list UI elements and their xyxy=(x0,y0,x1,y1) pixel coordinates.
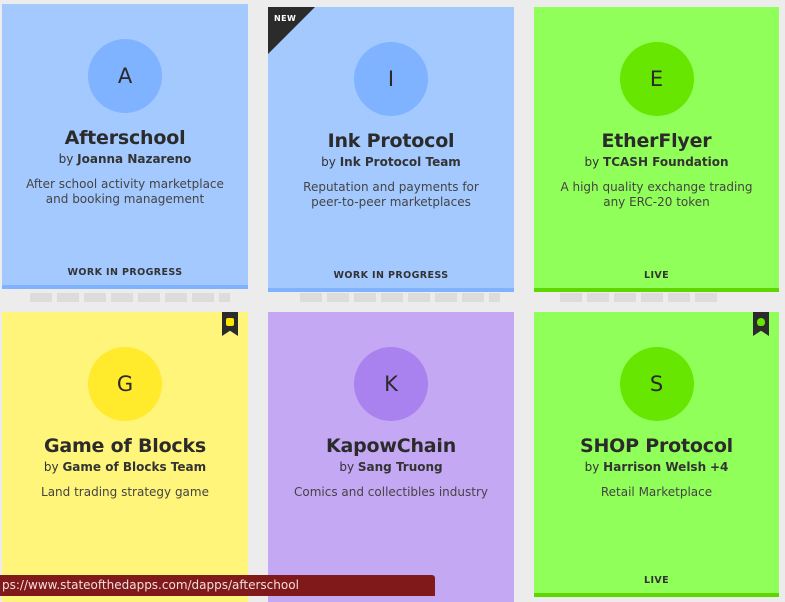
ghost-background-text xyxy=(30,293,230,302)
avatar-initial: G xyxy=(116,372,134,396)
avatar: I xyxy=(354,42,428,116)
avatar: G xyxy=(88,347,162,421)
link-status-bar: ps://www.stateofthedapps.com/dapps/after… xyxy=(0,575,435,596)
dapp-title[interactable]: KapowChain xyxy=(268,435,514,457)
dapp-card-etherflyer[interactable]: E EtherFlyer by TCASH Foundation A high … xyxy=(534,7,779,292)
dapp-card-afterschool[interactable]: A Afterschool by Joanna Nazareno After s… xyxy=(2,4,248,289)
flame-icon xyxy=(753,312,769,336)
card-bottom-bar xyxy=(268,288,514,292)
dapp-card-ink-protocol[interactable]: NEW I Ink Protocol by Ink Protocol Team … xyxy=(268,7,514,292)
by-prefix: by xyxy=(43,460,59,474)
dapp-title[interactable]: SHOP Protocol xyxy=(534,435,779,457)
dapp-byline: by Joanna Nazareno xyxy=(2,152,248,166)
dapp-title[interactable]: Game of Blocks xyxy=(2,435,248,457)
avatar-initial: K xyxy=(384,372,398,396)
dapp-description: Retail Marketplace xyxy=(600,485,713,499)
puzzle-icon xyxy=(222,312,238,336)
by-prefix: by xyxy=(584,155,600,169)
dapp-title[interactable]: Afterschool xyxy=(2,127,248,149)
dapp-card-game-of-blocks[interactable]: G Game of Blocks by Game of Blocks Team … xyxy=(2,312,248,602)
dapp-description: Comics and collectibles industry xyxy=(294,485,488,499)
author-name[interactable]: Game of Blocks Team xyxy=(62,460,206,474)
avatar: S xyxy=(619,347,694,421)
dapp-description: A high quality exchange trading any ERC-… xyxy=(560,180,753,209)
dapp-byline: by TCASH Foundation xyxy=(534,155,779,169)
dapp-card-kapowchain[interactable]: K KapowChain by Sang Truong Comics and c… xyxy=(268,312,514,602)
avatar-initial: I xyxy=(387,67,395,91)
dapp-title[interactable]: EtherFlyer xyxy=(534,130,779,152)
dapp-card-shop-protocol[interactable]: S SHOP Protocol by Harrison Welsh +4 Ret… xyxy=(534,312,779,597)
dapp-byline: by Ink Protocol Team xyxy=(268,155,514,169)
new-badge: NEW xyxy=(274,14,297,23)
avatar: K xyxy=(354,347,428,421)
ghost-background-text xyxy=(300,293,500,302)
card-bottom-bar xyxy=(534,593,779,597)
avatar-initial: S xyxy=(649,372,664,396)
by-prefix: by xyxy=(584,460,600,474)
author-name[interactable]: Joanna Nazareno xyxy=(77,152,191,166)
author-name[interactable]: TCASH Foundation xyxy=(603,155,729,169)
dapp-description: After school activity marketplace and bo… xyxy=(26,177,224,206)
status-label: LIVE xyxy=(643,575,670,586)
avatar: E xyxy=(619,42,694,116)
by-prefix: by xyxy=(321,155,336,169)
dapp-byline: by Sang Truong xyxy=(268,460,514,474)
avatar-initial: E xyxy=(649,67,664,91)
dapp-byline: by Harrison Welsh +4 xyxy=(534,460,779,474)
card-bottom-bar xyxy=(2,285,248,289)
dapp-byline: by Game of Blocks Team xyxy=(2,460,248,474)
avatar: A xyxy=(88,39,162,113)
by-prefix: by xyxy=(58,152,74,166)
dapp-description: Reputation and payments for peer-to-peer… xyxy=(303,180,479,209)
dapp-description: Land trading strategy game xyxy=(41,485,209,499)
author-name[interactable]: Ink Protocol Team xyxy=(340,155,461,169)
by-prefix: by xyxy=(339,460,355,474)
card-bottom-bar xyxy=(534,288,779,292)
author-name[interactable]: Sang Truong xyxy=(358,460,443,474)
status-label: WORK IN PROGRESS xyxy=(333,270,449,281)
ghost-background-text xyxy=(560,293,720,302)
author-name[interactable]: Harrison Welsh xyxy=(603,460,706,474)
dapp-title[interactable]: Ink Protocol xyxy=(268,130,514,152)
status-label: LIVE xyxy=(643,270,670,281)
status-label: WORK IN PROGRESS xyxy=(67,267,183,278)
additional-authors-count[interactable]: +4 xyxy=(710,460,728,474)
avatar-initial: A xyxy=(117,64,133,88)
